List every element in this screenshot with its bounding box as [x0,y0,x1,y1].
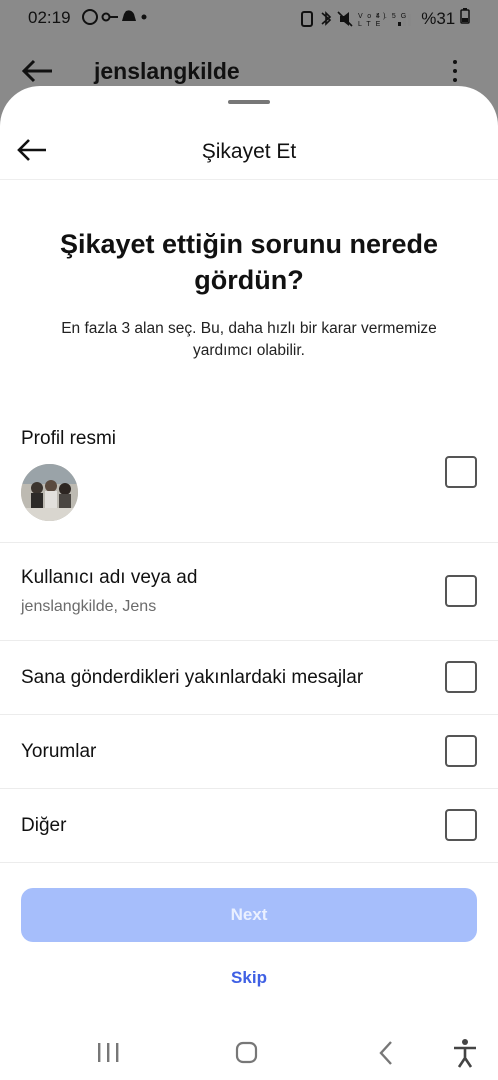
avatar-photo [21,464,78,521]
system-icons: VoI) LTE 4.5G [300,9,420,32]
option-comments[interactable]: Yorumlar [0,715,498,789]
battery-text: %31 [421,9,456,28]
battery-level: %31 [421,8,470,29]
question-subtitle: En fazla 3 alan seç. Bu, daha hızlı bir … [61,320,437,359]
option-checkbox[interactable] [445,809,477,841]
system-navigation-bar [0,1026,498,1080]
sheet-drag-handle[interactable] [228,100,270,104]
option-label: Diğer [21,815,67,836]
status-bar: 02:19 VoI) LTE 4.5G %31 [0,0,498,38]
background-more-icon [448,58,462,86]
status-time: 02:19 [28,8,71,27]
option-checkbox[interactable] [445,575,477,607]
skip-button[interactable]: Skip [0,968,498,988]
next-button[interactable]: Next [21,888,477,942]
report-bottom-sheet: Şikayet Et Şikayet ettiğin sorunu nerede… [0,86,498,1080]
accessibility-icon[interactable] [446,1036,486,1070]
avatar [21,464,78,521]
sheet-header: Şikayet Et [0,122,498,180]
battery-icon [460,8,470,24]
system-icons-svg: VoI) LTE 4.5G [301,11,411,28]
option-label: Kullanıcı adı veya ad [21,567,198,588]
option-checkbox[interactable] [445,661,477,693]
option-label: Profil resmi [21,428,117,449]
sheet-title: Şikayet Et [201,140,297,163]
recents-icon[interactable] [88,1036,128,1070]
option-checkbox[interactable] [445,735,477,767]
option-checkbox[interactable] [445,456,477,488]
option-username-or-name[interactable]: Kullanıcı adı veya ad jenslangkilde, Jen… [0,543,498,641]
svg-text:LTE: LTE [358,21,385,28]
option-label: Sana gönderdikleri yakınlardaki mesajlar [21,667,364,688]
option-other[interactable]: Diğer [0,789,498,863]
background-back-arrow-icon [21,59,52,83]
option-sublabel: jenslangkilde, Jens [21,598,157,615]
question-heading: Şikayet ettiğin sorunu nerede gördün? [59,229,439,295]
option-recent-messages[interactable]: Sana gönderdikleri yakınlardaki mesajlar [0,641,498,715]
home-icon[interactable] [227,1036,267,1070]
option-profile-picture[interactable]: Profil resmi [0,408,498,543]
background-username: jenslangkilde [94,58,240,84]
notification-icons-svg [82,9,147,25]
back-icon[interactable] [366,1036,406,1070]
notification-icons [82,8,148,30]
option-label: Yorumlar [21,741,97,762]
